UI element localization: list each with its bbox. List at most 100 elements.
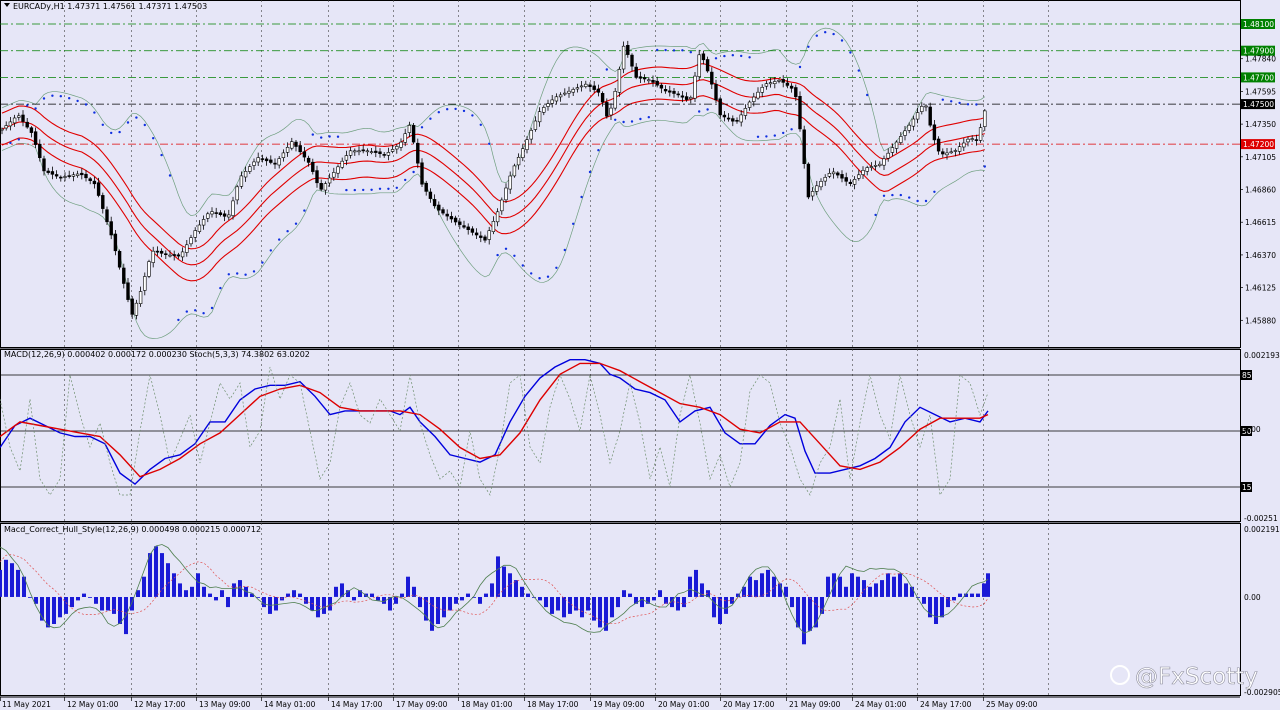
candle-body[interactable] [588, 84, 592, 88]
candle-body[interactable] [294, 141, 298, 147]
candle-body[interactable] [269, 159, 273, 163]
candle-body[interactable] [848, 181, 853, 184]
candle-body[interactable] [886, 152, 890, 159]
candle-body[interactable] [932, 124, 937, 141]
candle-body[interactable] [953, 150, 958, 152]
candle-body[interactable] [458, 221, 462, 225]
candle-body[interactable] [176, 254, 181, 257]
candle-body[interactable] [428, 191, 433, 199]
candle-body[interactable] [306, 157, 311, 163]
candle-body[interactable] [857, 174, 861, 179]
candle-body[interactable] [164, 253, 168, 255]
candle-body[interactable] [33, 131, 38, 145]
candle-body[interactable] [437, 204, 441, 211]
candle-body[interactable] [54, 174, 59, 177]
candle-body[interactable] [59, 176, 63, 179]
candle-body[interactable] [264, 158, 269, 162]
candle-body[interactable] [130, 298, 134, 315]
candle-body[interactable] [915, 112, 920, 120]
candle-body[interactable] [655, 80, 659, 86]
candle-body[interactable] [718, 98, 722, 116]
candle-body[interactable] [369, 151, 374, 153]
candle-body[interactable] [260, 158, 265, 160]
candle-body[interactable] [462, 225, 466, 228]
candle-body[interactable] [323, 183, 328, 191]
candle-body[interactable] [949, 151, 953, 154]
candle-body[interactable] [336, 166, 340, 174]
candle-body[interactable] [567, 90, 571, 94]
candle-body[interactable] [827, 173, 832, 177]
candle-body[interactable] [575, 87, 580, 90]
candle-body[interactable] [710, 71, 714, 85]
candle-body[interactable] [416, 142, 420, 164]
candle-body[interactable] [831, 171, 836, 175]
candle-body[interactable] [311, 161, 315, 172]
candle-body[interactable] [911, 118, 916, 127]
candle-body[interactable] [0, 128, 4, 131]
candle-body[interactable] [117, 251, 122, 268]
candle-body[interactable] [29, 127, 34, 133]
candle-body[interactable] [504, 187, 508, 201]
candle-body[interactable] [642, 77, 647, 80]
candle-body[interactable] [668, 90, 672, 93]
candle-body[interactable] [327, 177, 332, 184]
candle-body[interactable] [285, 147, 290, 153]
candle-body[interactable] [302, 151, 307, 158]
candle-body[interactable] [789, 85, 794, 89]
candle-body[interactable] [600, 93, 605, 103]
candle-body[interactable] [222, 213, 227, 217]
candle-body[interactable] [218, 212, 223, 215]
candle-body[interactable] [168, 254, 172, 257]
candle-body[interactable] [185, 244, 189, 253]
candle-body[interactable] [605, 102, 609, 117]
candle-body[interactable] [777, 80, 781, 82]
candle-body[interactable] [487, 230, 491, 240]
candle-body[interactable] [521, 148, 525, 158]
candle-body[interactable] [256, 157, 260, 163]
candle-body[interactable] [680, 95, 685, 98]
candle-body[interactable] [214, 212, 218, 214]
candle-body[interactable] [96, 182, 101, 196]
candle-body[interactable] [441, 209, 445, 214]
candle-body[interactable] [584, 83, 588, 87]
candle-body[interactable] [197, 224, 202, 232]
candle-body[interactable] [722, 114, 727, 118]
candle-body[interactable] [899, 136, 903, 143]
candle-body[interactable] [878, 163, 882, 166]
candle-body[interactable] [38, 143, 42, 158]
candle-body[interactable] [101, 195, 105, 209]
candle-body[interactable] [109, 221, 113, 236]
candle-body[interactable] [626, 44, 630, 55]
candle-body[interactable] [479, 235, 483, 238]
candle-body[interactable] [378, 151, 382, 155]
candle-body[interactable] [71, 174, 76, 177]
candle-body[interactable] [697, 54, 701, 77]
candle-body[interactable] [319, 183, 323, 190]
candle-body[interactable] [466, 226, 470, 230]
candle-body[interactable] [403, 133, 407, 143]
candle-body[interactable] [970, 138, 974, 140]
candle-body[interactable] [819, 181, 823, 188]
candle-body[interactable] [571, 89, 575, 93]
candle-body[interactable] [638, 76, 643, 79]
trading-chart[interactable]: 1.481001.479001.478401.477001.475951.475… [0, 0, 1280, 710]
candle-body[interactable] [113, 233, 118, 252]
candle-body[interactable] [365, 150, 370, 153]
candle-body[interactable] [12, 117, 17, 124]
candle-body[interactable] [550, 99, 554, 104]
candle-body[interactable] [840, 174, 844, 179]
candle-body[interactable] [844, 177, 848, 182]
candle-body[interactable] [861, 170, 865, 175]
candle-body[interactable] [647, 79, 651, 82]
candle-body[interactable] [449, 216, 454, 220]
candle-body[interactable] [252, 161, 256, 166]
candle-body[interactable] [873, 165, 878, 167]
candle-body[interactable] [983, 110, 987, 127]
candle-body[interactable] [500, 199, 504, 212]
candle-body[interactable] [361, 149, 365, 152]
candle-body[interactable] [836, 172, 840, 176]
candle-body[interactable] [512, 165, 517, 177]
candle-body[interactable] [785, 82, 790, 86]
candle-body[interactable] [193, 230, 197, 238]
candle-body[interactable] [348, 150, 353, 156]
